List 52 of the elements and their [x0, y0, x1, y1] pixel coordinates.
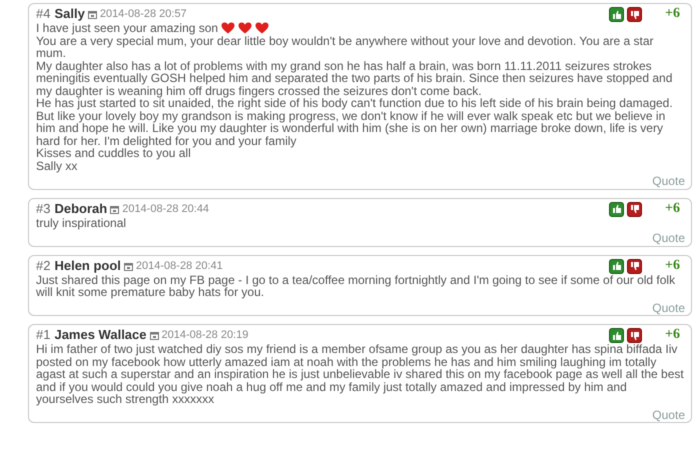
thumbs-up-button[interactable]: [609, 258, 624, 274]
thumbs-down-button[interactable]: [627, 328, 642, 343]
comment-number: #3: [36, 202, 50, 216]
thumbs-up-icon: [612, 330, 622, 340]
comment-number: #1: [36, 329, 50, 342]
comment-text: I have just seen your amazing son: [36, 22, 684, 34]
thumbs-down-icon: [630, 204, 640, 214]
vote-score: +6: [665, 8, 680, 21]
quote-link[interactable]: Quote: [652, 175, 685, 188]
comment-date: 2014-08-28 20:57: [100, 8, 187, 21]
author-name: Sally: [54, 8, 85, 21]
thumbs-up-icon: [612, 204, 622, 214]
thumbs-up-button[interactable]: [609, 202, 624, 216]
thumbs-up-button[interactable]: [609, 7, 624, 22]
thumbs-down-icon: [630, 10, 640, 20]
author-name: James Wallace: [54, 329, 146, 342]
comment-text: Sally xx: [36, 160, 78, 172]
thumbs-down-icon: [630, 330, 640, 340]
comment-text: My daughter also has a lot of problems with my grand son he has half a brain, was born 11.11.2011 seizures strokes meningitis eventually GOSH helped him and separated the two parts of his brain. Since then seizures have stopped and my daughter is weaning him off drugs fingers crossed the seizures don't come back.: [36, 60, 674, 97]
comment-text: Just shared this page on my FB page - I go to a tea/coffee morning fortnightly and I'm going to see if some of our old folk will knit some premature baby hats for you.: [36, 274, 676, 298]
quote-link[interactable]: Quote: [652, 232, 685, 244]
vote-score: +6: [665, 329, 680, 342]
vote-score: +6: [665, 202, 680, 216]
quote-link[interactable]: Quote: [652, 302, 685, 314]
thumbs-down-button[interactable]: [627, 7, 642, 22]
comment-date: 2014-08-28 20:44: [122, 202, 210, 216]
comment-number: #2: [36, 260, 50, 272]
calendar-icon: [150, 331, 158, 340]
thumbs-down-button[interactable]: [627, 258, 642, 274]
comment-date: 2014-08-28 20:19: [162, 329, 248, 342]
comment-text: You are a very special mum, your dear little boy wouldn't be anywhere without your love and devotion. You are a star mum.: [36, 34, 655, 60]
thumbs-up-button[interactable]: [609, 328, 624, 343]
heart-icon: [221, 22, 236, 34]
calendar-icon: [124, 262, 133, 270]
thumbs-up-icon: [612, 10, 622, 20]
thumbs-down-icon: [630, 261, 640, 271]
vote-score: +6: [665, 260, 680, 272]
comment-date: 2014-08-28 20:41: [136, 260, 223, 272]
comment-text: Hi im father of two just watched diy sos my friend is a member ofsame group as you as her daughter has spina biffada Iiv posted on my facebook how utterly amazed iam at noah with the problems he has and him smiling laughing im totally agast at such a superstar and an inspiration he is just unbelievable iv shared this on my facebook page as well all the best and if you would could you give noah a hug off me and my family just totally amazed and impressed by him and yourselves such strength xxxxxxx: [36, 343, 684, 406]
quote-link[interactable]: Quote: [652, 408, 685, 421]
comment-text: Kisses and cuddles to you all: [36, 147, 192, 160]
heart-icon: [238, 22, 252, 34]
calendar-icon: [110, 204, 120, 214]
comment-text: He has just started to sit unaided, the right side of his body can't function due to his left side of his brain being damaged. But like your lovely boy my grandson is making progress, we don't know if he will ever walk speak etc but we believe in him and hope he will. Like you my daughter is wonderful with him (she is on her own) marriage broke down, life is very hard for her. I'm delighted for you and your family: [36, 97, 674, 147]
heart-icon: [255, 22, 270, 34]
author-name: Helen pool: [54, 260, 121, 272]
comment-text: truly inspirational: [36, 216, 128, 229]
thumbs-up-icon: [612, 261, 622, 271]
thumbs-down-button[interactable]: [627, 202, 642, 216]
calendar-icon: [88, 10, 97, 19]
comment-number: #4: [36, 8, 50, 21]
author-name: Deborah: [54, 202, 108, 216]
